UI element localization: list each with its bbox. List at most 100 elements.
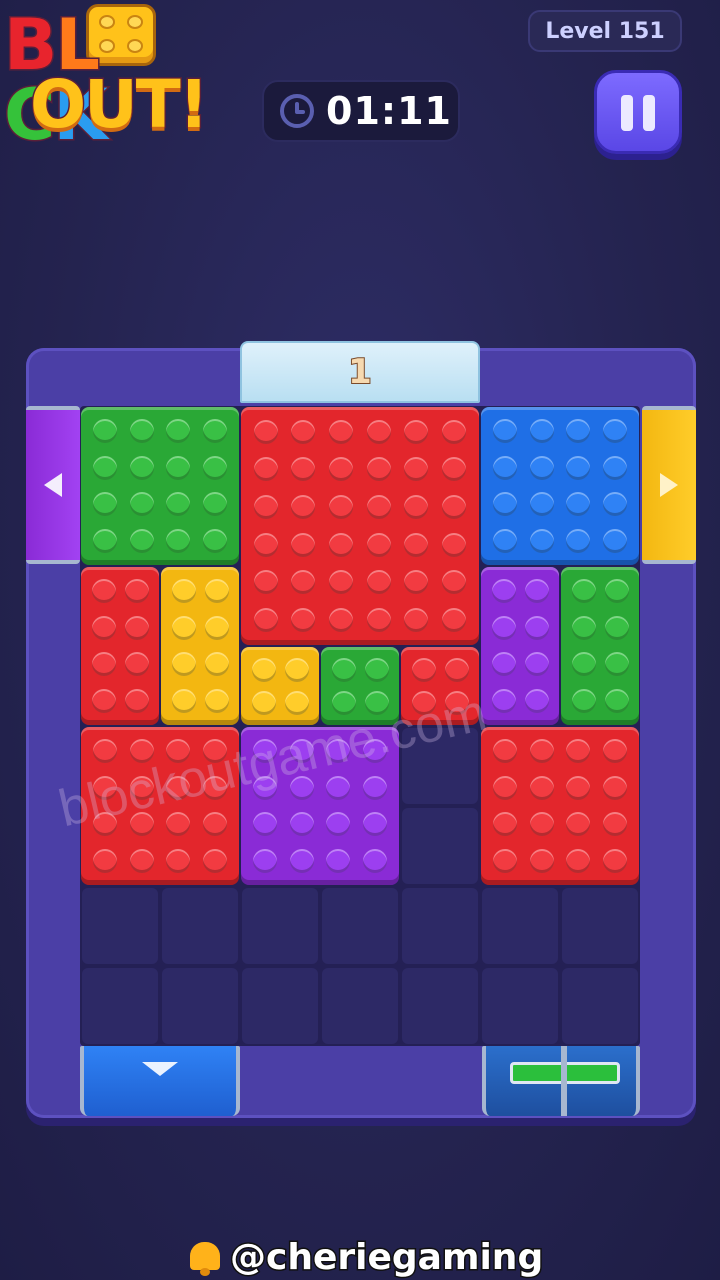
board-cell [242, 888, 318, 964]
exit-gate-left-purple [26, 406, 80, 564]
arrow-left-icon [44, 473, 62, 497]
board-cell [402, 968, 478, 1044]
block-stud [602, 848, 627, 873]
block-stud [253, 457, 278, 482]
block-stud [171, 615, 196, 640]
block-stud [291, 419, 316, 444]
green-block[interactable] [81, 407, 239, 565]
board-cell [82, 968, 158, 1044]
block-stud [566, 775, 591, 800]
block-stud [202, 812, 227, 837]
green-block[interactable] [561, 567, 639, 725]
block-stud [326, 812, 351, 837]
red-block[interactable] [81, 567, 159, 725]
block-stud [362, 848, 387, 873]
red-block[interactable] [481, 727, 639, 885]
block-stud [444, 657, 469, 682]
pause-button[interactable] [594, 70, 682, 154]
block-stud [204, 579, 229, 604]
block-stud [253, 848, 278, 873]
block-stud [493, 848, 518, 873]
block-stud [604, 688, 629, 713]
block-stud [566, 492, 591, 517]
block-stud [204, 615, 229, 640]
block-stud [202, 492, 227, 517]
block-stud [529, 812, 554, 837]
block-stud [404, 457, 429, 482]
board-cell [82, 888, 158, 964]
block-stud [251, 657, 276, 682]
block-stud [129, 528, 154, 553]
pause-icon [621, 95, 633, 131]
block-stud [93, 739, 118, 764]
block-stud [366, 608, 391, 633]
block-stud [566, 455, 591, 480]
block-stud [566, 419, 591, 444]
block-stud [124, 652, 149, 677]
exit-gate-bottom-locked [482, 1046, 640, 1116]
block-stud [91, 688, 116, 713]
yellow-block[interactable] [161, 567, 239, 725]
block-stud [493, 812, 518, 837]
block-stud [493, 775, 518, 800]
block-stud [529, 455, 554, 480]
exit-gate-right-yellow [642, 406, 696, 564]
block-stud [204, 652, 229, 677]
block-stud [129, 848, 154, 873]
timer: 01:11 [262, 80, 460, 142]
block-stud [602, 419, 627, 444]
level-indicator: Level 151 [528, 10, 682, 52]
purple-block[interactable] [481, 567, 559, 725]
block-stud [329, 457, 354, 482]
red-block[interactable] [241, 407, 479, 645]
block-stud [331, 657, 356, 682]
block-stud [442, 457, 467, 482]
block-stud [404, 419, 429, 444]
block-stud [364, 657, 389, 682]
yellow-block[interactable] [241, 647, 319, 725]
block-stud [171, 652, 196, 677]
block-stud [442, 419, 467, 444]
board-cell [322, 968, 398, 1044]
blue-block[interactable] [481, 407, 639, 565]
block-stud [326, 848, 351, 873]
block-stud [566, 739, 591, 764]
block-stud [529, 848, 554, 873]
bell-icon [186, 1238, 224, 1276]
block-stud [166, 812, 191, 837]
board-cell [402, 808, 478, 884]
block-stud [366, 570, 391, 595]
block-stud [124, 579, 149, 604]
block-stud [493, 492, 518, 517]
block-stud [529, 739, 554, 764]
block-stud [166, 455, 191, 480]
block-stud [524, 688, 549, 713]
block-stud [566, 812, 591, 837]
pause-icon-bar [643, 95, 655, 131]
block-stud [566, 528, 591, 553]
clock-icon [280, 94, 314, 128]
arrow-down-icon [142, 1062, 178, 1076]
block-stud [604, 652, 629, 677]
game-logo: BLCK OUT! [0, 0, 262, 152]
block-stud [491, 652, 516, 677]
block-stud [602, 455, 627, 480]
block-stud [366, 532, 391, 557]
block-stud [571, 615, 596, 640]
block-stud [202, 455, 227, 480]
block-stud [329, 419, 354, 444]
block-stud [566, 848, 591, 873]
footer-credit: @cheriegaming [186, 1234, 545, 1280]
block-stud [253, 419, 278, 444]
block-stud [404, 532, 429, 557]
block-stud [442, 532, 467, 557]
block-stud [491, 688, 516, 713]
logo-line-2: OUT! [29, 66, 211, 143]
block-stud [602, 492, 627, 517]
timer-value: 01:11 [326, 89, 452, 133]
exit-gate-bottom-blue [80, 1046, 240, 1116]
board-cell [242, 968, 318, 1044]
block-stud [602, 812, 627, 837]
block-stud [251, 690, 276, 715]
block-stud [404, 570, 429, 595]
